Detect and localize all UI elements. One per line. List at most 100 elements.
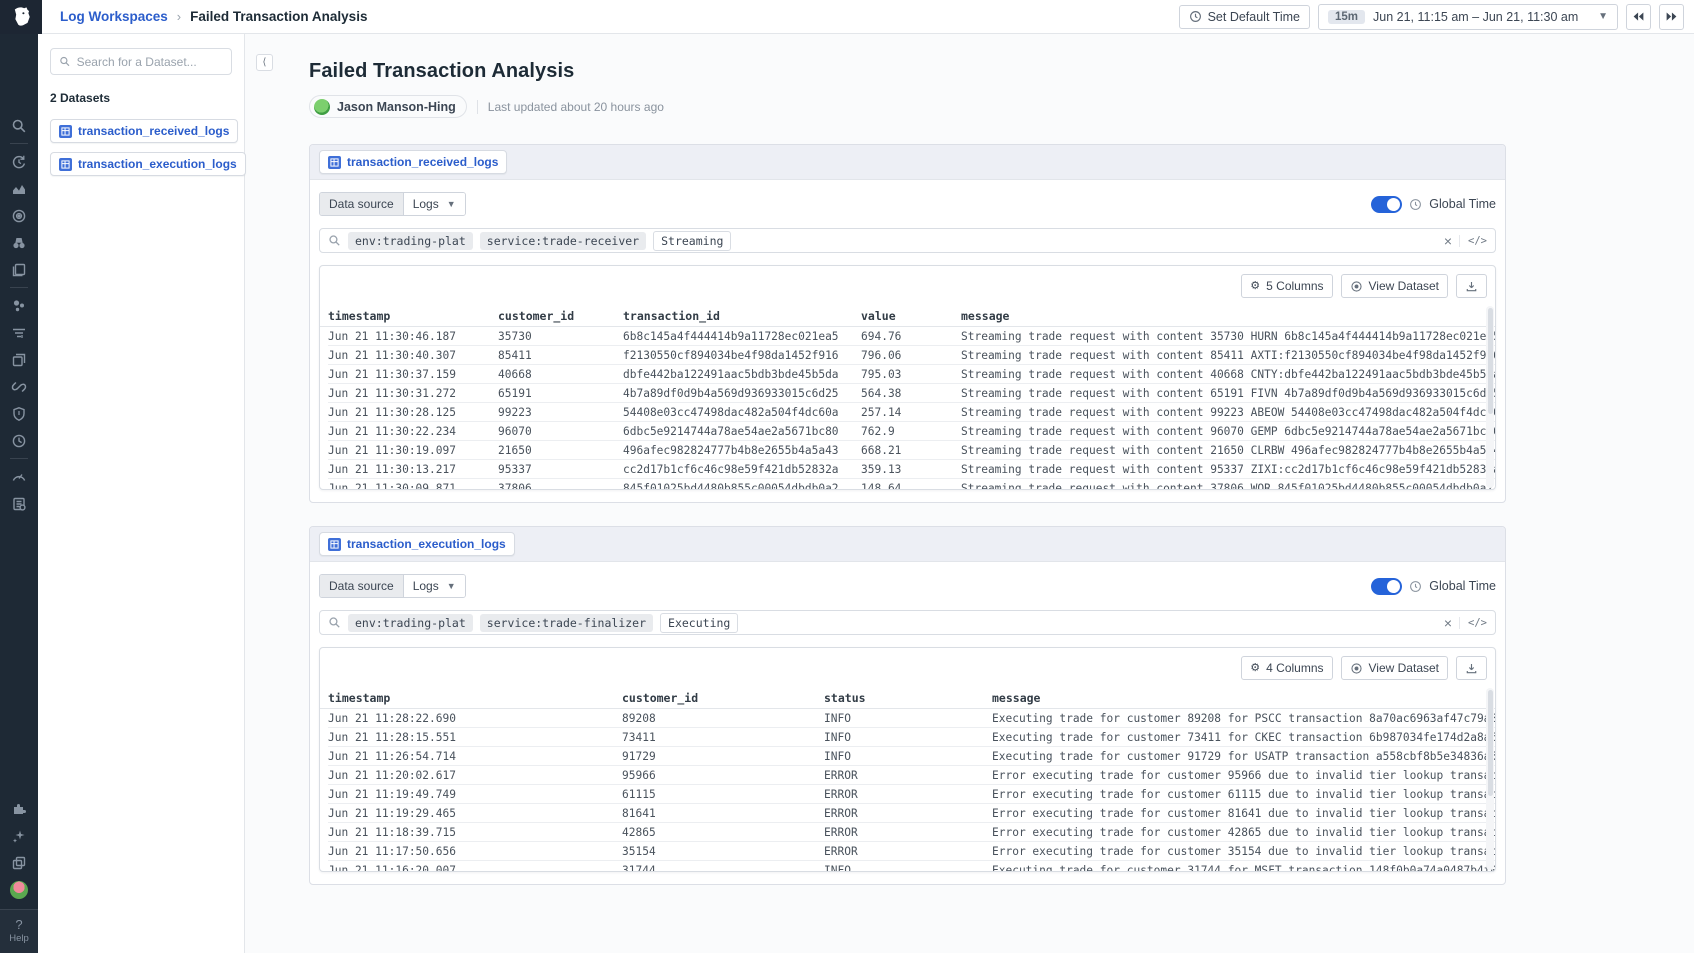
table-row[interactable]: Jun 21 11:18:39.71542865ERRORError execu… bbox=[328, 823, 1495, 842]
metrics-icon[interactable] bbox=[6, 175, 33, 202]
error-tracking-icon[interactable] bbox=[6, 229, 33, 256]
dataset-search[interactable] bbox=[50, 48, 232, 75]
integrations-icon[interactable] bbox=[6, 373, 33, 400]
history-icon[interactable] bbox=[6, 148, 33, 175]
download-button[interactable] bbox=[1456, 274, 1487, 298]
workspace-main: ⟨ Failed Transaction Analysis Jason Mans… bbox=[245, 34, 1694, 953]
help-section[interactable]: ? Help bbox=[0, 909, 38, 953]
column-header[interactable]: timestamp bbox=[328, 305, 498, 326]
column-header[interactable]: timestamp bbox=[328, 687, 622, 708]
sidebar-collapse-button[interactable]: ⟨ bbox=[256, 54, 273, 71]
sidebar-dataset-execution[interactable]: transaction_execution_logs bbox=[50, 152, 246, 176]
watchdog-icon[interactable] bbox=[6, 202, 33, 229]
marketplace-icon[interactable] bbox=[6, 795, 33, 822]
table-cell: 31744 bbox=[622, 861, 824, 871]
data-source-select[interactable]: Data source Logs▼ bbox=[319, 192, 466, 216]
table-row[interactable]: Jun 21 11:30:19.09721650496afec982824777… bbox=[328, 441, 1495, 460]
time-skip-back-button[interactable] bbox=[1626, 4, 1651, 30]
table-row[interactable]: Jun 21 11:16:20.00731744INFOExecuting tr… bbox=[328, 861, 1495, 871]
column-header[interactable]: value bbox=[861, 305, 961, 326]
skip-back-icon bbox=[1632, 11, 1645, 22]
clear-query-icon[interactable]: × bbox=[1444, 616, 1452, 630]
global-time-toggle[interactable] bbox=[1371, 196, 1402, 213]
table-row[interactable]: Jun 21 11:19:29.46581641ERRORError execu… bbox=[328, 804, 1495, 823]
column-header[interactable]: customer_id bbox=[498, 305, 623, 326]
query-chip[interactable]: env:trading-plat bbox=[348, 232, 473, 250]
query-chip[interactable]: service:trade-receiver bbox=[480, 232, 646, 250]
table-cell: ERROR bbox=[824, 785, 992, 803]
time-range-picker[interactable]: 15m Jun 21, 11:15 am – Jun 21, 11:30 am … bbox=[1318, 4, 1618, 30]
security-shield-icon[interactable] bbox=[6, 400, 33, 427]
query-chip[interactable]: Executing bbox=[660, 613, 738, 633]
table-cell: ERROR bbox=[824, 766, 992, 784]
table-row[interactable]: Jun 21 11:30:40.30785411f2130550cf894034… bbox=[328, 346, 1495, 365]
software-catalog-icon[interactable] bbox=[6, 256, 33, 283]
eye-icon bbox=[1350, 280, 1363, 293]
apm-gauge-icon[interactable] bbox=[6, 463, 33, 490]
clear-query-icon[interactable]: × bbox=[1444, 234, 1452, 248]
table-cell: Error executing trade for customer 35154… bbox=[992, 842, 1495, 860]
log-workspaces-icon[interactable] bbox=[6, 490, 33, 517]
global-time-toggle[interactable] bbox=[1371, 578, 1402, 595]
table-cell: Streaming trade request with content 216… bbox=[961, 441, 1495, 459]
time-skip-forward-button[interactable] bbox=[1659, 4, 1684, 30]
column-header[interactable]: message bbox=[961, 305, 1495, 326]
dataset-chip[interactable]: transaction_execution_logs bbox=[319, 532, 515, 556]
help-label: Help bbox=[9, 933, 29, 944]
view-dataset-button[interactable]: View Dataset bbox=[1341, 656, 1448, 680]
table-row[interactable]: Jun 21 11:28:15.55173411INFOExecuting tr… bbox=[328, 728, 1495, 747]
table-row[interactable]: Jun 21 11:30:09.87137806845f01025bd4480b… bbox=[328, 479, 1495, 489]
table-row[interactable]: Jun 21 11:30:13.21795337cc2d17b1cf6c46c9… bbox=[328, 460, 1495, 479]
code-view-icon[interactable]: </> bbox=[1459, 235, 1487, 247]
sidebar-dataset-received[interactable]: transaction_received_logs bbox=[50, 119, 238, 143]
page-title: Failed Transaction Analysis bbox=[309, 60, 1506, 83]
table-icon bbox=[328, 538, 341, 551]
log-pipelines-icon[interactable] bbox=[6, 319, 33, 346]
columns-button[interactable]: ⚙4 Columns bbox=[1241, 656, 1332, 680]
service-map-icon[interactable] bbox=[6, 292, 33, 319]
table-row[interactable]: Jun 21 11:26:54.71491729INFOExecuting tr… bbox=[328, 747, 1495, 766]
code-view-icon[interactable]: </> bbox=[1459, 617, 1487, 629]
search-icon[interactable] bbox=[6, 112, 33, 139]
column-header[interactable]: status bbox=[824, 687, 992, 708]
table-body: Jun 21 11:30:46.187357306b8c145a4f444414… bbox=[320, 327, 1495, 489]
table-row[interactable]: Jun 21 11:30:46.187357306b8c145a4f444414… bbox=[328, 327, 1495, 346]
set-default-time-button[interactable]: Set Default Time bbox=[1179, 5, 1310, 29]
table-row[interactable]: Jun 21 11:28:22.69089208INFOExecuting tr… bbox=[328, 709, 1495, 728]
table-row[interactable]: Jun 21 11:20:02.61795966ERRORError execu… bbox=[328, 766, 1495, 785]
table-row[interactable]: Jun 21 11:30:31.272651914b7a89df0d9b4a56… bbox=[328, 384, 1495, 403]
copilot-sparkle-icon[interactable] bbox=[6, 822, 33, 849]
column-header[interactable]: transaction_id bbox=[623, 305, 861, 326]
query-chip[interactable]: Streaming bbox=[653, 231, 731, 251]
table-cell: 564.38 bbox=[861, 384, 961, 402]
column-header[interactable]: message bbox=[992, 687, 1495, 708]
query-bar[interactable]: env:trading-plat service:trade-receiver St… bbox=[319, 228, 1496, 253]
multi-window-icon[interactable] bbox=[6, 849, 33, 876]
user-avatar[interactable] bbox=[6, 876, 33, 903]
author-pill[interactable]: Jason Manson-Hing bbox=[309, 95, 467, 118]
dataset-chip[interactable]: transaction_received_logs bbox=[319, 150, 507, 174]
dataset-search-input[interactable] bbox=[77, 55, 223, 69]
query-bar[interactable]: env:trading-plat service:trade-finalizer E… bbox=[319, 610, 1496, 635]
breadcrumb-root-link[interactable]: Log Workspaces bbox=[60, 9, 168, 24]
breadcrumb-separator: › bbox=[177, 9, 181, 24]
datadog-logo[interactable] bbox=[0, 0, 42, 34]
column-header[interactable]: customer_id bbox=[622, 687, 824, 708]
table-row[interactable]: Jun 21 11:30:22.234960706dbc5e9214744a78… bbox=[328, 422, 1495, 441]
table-cell: 796.06 bbox=[861, 346, 961, 364]
dashboards-icon[interactable] bbox=[6, 346, 33, 373]
synthetics-icon[interactable] bbox=[6, 427, 33, 454]
query-chip[interactable]: env:trading-plat bbox=[348, 614, 473, 632]
table-row[interactable]: Jun 21 11:30:28.1259922354408e03cc47498d… bbox=[328, 403, 1495, 422]
columns-button[interactable]: ⚙5 Columns bbox=[1241, 274, 1332, 298]
download-button[interactable] bbox=[1456, 656, 1487, 680]
view-dataset-button[interactable]: View Dataset bbox=[1341, 274, 1448, 298]
table-row[interactable]: Jun 21 11:30:37.15940668dbfe442ba122491a… bbox=[328, 365, 1495, 384]
table-scrollbar[interactable] bbox=[1486, 306, 1494, 488]
table-row[interactable]: Jun 21 11:17:50.65635154ERRORError execu… bbox=[328, 842, 1495, 861]
query-chip[interactable]: service:trade-finalizer bbox=[480, 614, 653, 632]
table-row[interactable]: Jun 21 11:19:49.74961115ERRORError execu… bbox=[328, 785, 1495, 804]
global-time-label: Global Time bbox=[1429, 579, 1496, 593]
table-scrollbar[interactable] bbox=[1486, 688, 1494, 870]
data-source-select[interactable]: Data source Logs▼ bbox=[319, 574, 466, 598]
